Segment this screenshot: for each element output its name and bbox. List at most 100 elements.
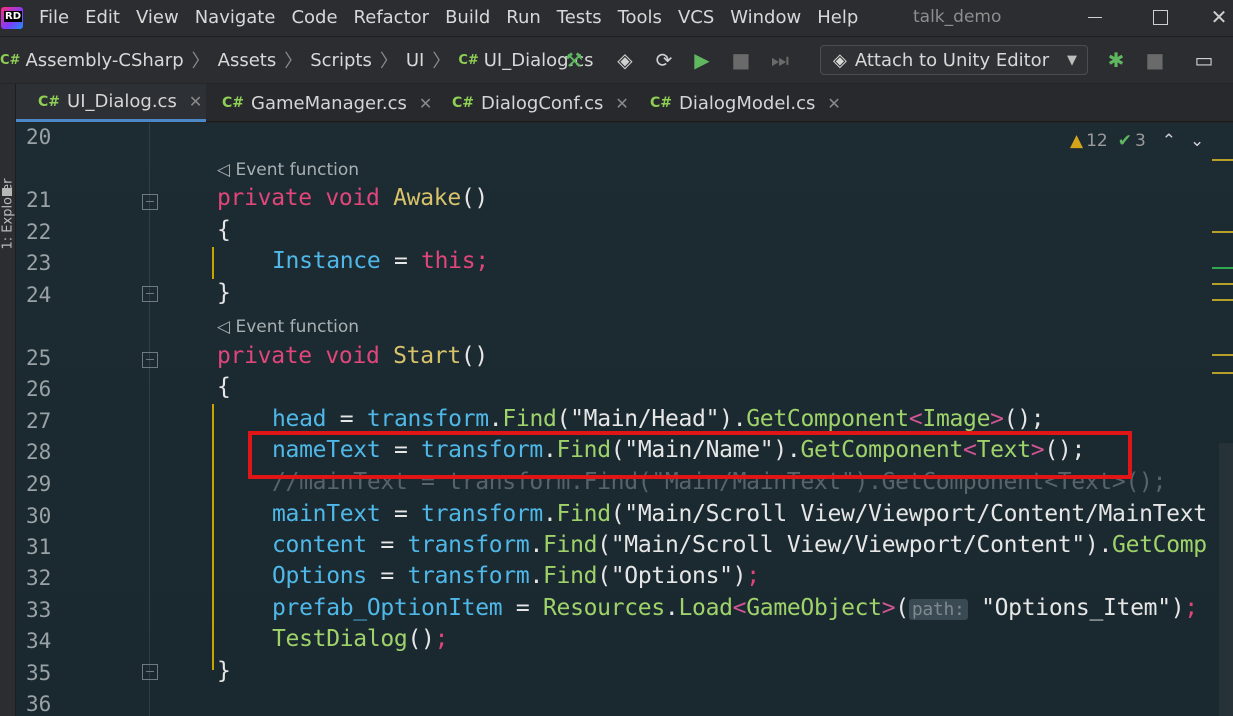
- close-tab-icon[interactable]: ✕: [189, 92, 202, 111]
- line-number: 29: [26, 472, 52, 496]
- line-number: 30: [26, 504, 52, 528]
- token: Find: [556, 501, 612, 527]
- menu-run[interactable]: Run: [506, 0, 541, 36]
- menu-items: File Edit View Navigate Code Refactor Bu…: [39, 0, 874, 36]
- warning-mark[interactable]: [1212, 354, 1233, 356]
- token: Options: [272, 563, 367, 589]
- menu-help[interactable]: Help: [817, 0, 858, 36]
- menu-code[interactable]: Code: [291, 0, 337, 36]
- fold-marker-icon[interactable]: [142, 286, 158, 302]
- token: .: [542, 501, 557, 527]
- tab-dialog-model[interactable]: C# DialogModel.cs ✕: [650, 84, 841, 122]
- step-icon[interactable]: ⏭: [766, 46, 794, 74]
- csharp-file-icon: C#: [222, 95, 245, 111]
- tab-dialog-conf[interactable]: C# DialogConf.cs ✕: [452, 84, 629, 122]
- token: TestDialog: [272, 626, 408, 652]
- vertical-scrollbar[interactable]: [1219, 443, 1233, 716]
- minimize-button[interactable]: [1074, 0, 1114, 34]
- token: (): [460, 185, 488, 211]
- csharp-file-icon: C#: [650, 95, 673, 111]
- unity-icon: ◈: [833, 49, 847, 71]
- build-hammer-icon[interactable]: ⚒: [560, 46, 588, 74]
- line-number: 35: [26, 661, 52, 685]
- event-function-hint: ◁ Event function: [217, 317, 359, 337]
- unity-icon[interactable]: ◈: [611, 46, 639, 74]
- code-line-27: head = transform.Find("Main/Head").GetCo…: [272, 406, 1045, 432]
- tab-label: DialogConf.cs: [481, 92, 604, 114]
- highlight-annotation-box: [248, 431, 1132, 479]
- chevron-right-icon: 〉: [432, 51, 451, 72]
- menu-navigate[interactable]: Navigate: [195, 0, 276, 36]
- previous-highlight-icon[interactable]: ⌃: [1162, 131, 1176, 151]
- line-number: 33: [26, 598, 52, 622]
- fold-marker-icon[interactable]: [142, 194, 158, 210]
- stop-debug-icon[interactable]: ■: [1141, 46, 1169, 74]
- token: prefab_OptionItem: [272, 595, 503, 621]
- token: <: [732, 595, 747, 621]
- warning-mark[interactable]: [1212, 283, 1233, 285]
- run-configuration-label: Attach to Unity Editor: [854, 49, 1050, 71]
- warning-mark[interactable]: [1212, 159, 1233, 161]
- menu-window[interactable]: Window: [730, 0, 801, 36]
- menu-tests[interactable]: Tests: [557, 0, 602, 36]
- breadcrumb-assets[interactable]: Assets: [218, 50, 277, 71]
- code-line-24: }: [217, 280, 231, 306]
- line-number: 21: [26, 188, 52, 212]
- token: (): [407, 626, 435, 652]
- close-tab-icon[interactable]: ✕: [827, 94, 840, 113]
- menu-tools[interactable]: Tools: [618, 0, 662, 36]
- breadcrumb-scripts[interactable]: Scripts: [310, 50, 372, 71]
- stop-icon[interactable]: ■: [727, 46, 755, 74]
- explorer-tool-button[interactable]: 1: Explorer: [1, 179, 16, 250]
- token: GetComponent: [746, 406, 909, 432]
- fold-marker-icon[interactable]: [142, 352, 158, 368]
- code-line-25: private void Start(): [217, 343, 488, 369]
- code-editor[interactable]: 20 21 22 23 24 25 26 27 28 29 30 31 32 3…: [16, 123, 1233, 716]
- close-tab-icon[interactable]: ✕: [615, 94, 628, 113]
- debug-bug-icon[interactable]: ✱: [1102, 46, 1130, 74]
- menu-edit[interactable]: Edit: [85, 0, 120, 36]
- unity-icon: ◁: [217, 317, 236, 337]
- refresh-unity-icon[interactable]: ⟳: [650, 46, 678, 74]
- close-window-button[interactable]: ✕: [1205, 0, 1233, 34]
- indent-guide: [149, 123, 150, 716]
- token: transform: [407, 563, 530, 589]
- token: head: [272, 406, 327, 432]
- ok-mark[interactable]: [1212, 267, 1233, 269]
- menu-bar: File Edit View Navigate Code Refactor Bu…: [0, 0, 1233, 36]
- run-configuration-select[interactable]: ◈ Attach to Unity Editor ▼: [820, 45, 1088, 75]
- tab-ui-dialog[interactable]: C# UI_Dialog.cs ✕: [16, 84, 206, 122]
- layout-icon[interactable]: ▭: [1190, 46, 1218, 74]
- next-highlight-icon[interactable]: ⌄: [1190, 131, 1204, 151]
- breadcrumb-project[interactable]: Assembly-CSharp: [25, 50, 183, 71]
- code-line-32: Options = transform.Find("Options");: [272, 563, 760, 589]
- warning-mark[interactable]: [1212, 372, 1233, 374]
- token: =: [366, 532, 408, 558]
- token: Find: [502, 406, 557, 432]
- menu-vcs[interactable]: VCS: [678, 0, 714, 36]
- menu-build[interactable]: Build: [445, 0, 490, 36]
- token: ("Options"): [597, 563, 747, 589]
- menu-view[interactable]: View: [136, 0, 179, 36]
- token: "Options_Item"): [967, 595, 1185, 621]
- token: (: [895, 595, 909, 621]
- run-play-icon[interactable]: ▶: [688, 46, 716, 74]
- menu-file[interactable]: File: [39, 0, 69, 36]
- token: transform: [366, 406, 489, 432]
- inspection-widget[interactable]: ▲ 12 ✔ 3 ⌃ ⌄: [1070, 131, 1204, 151]
- warning-mark[interactable]: [1212, 231, 1233, 233]
- maximize-button[interactable]: [1140, 0, 1180, 34]
- code-line-26: {: [217, 374, 231, 400]
- warning-mark[interactable]: [1212, 299, 1233, 301]
- fold-marker-icon[interactable]: [142, 664, 158, 680]
- token: .: [732, 406, 747, 432]
- menu-refactor[interactable]: Refactor: [354, 0, 430, 36]
- close-tab-icon[interactable]: ✕: [419, 94, 432, 113]
- tab-game-manager[interactable]: C# GameManager.cs ✕: [222, 84, 432, 122]
- token: Image: [922, 406, 991, 432]
- token: GameObject: [746, 595, 882, 621]
- line-number: 34: [26, 629, 52, 653]
- breadcrumb-ui[interactable]: UI: [406, 50, 424, 71]
- code-line-21: private void Awake(): [217, 185, 488, 211]
- token: =: [366, 563, 408, 589]
